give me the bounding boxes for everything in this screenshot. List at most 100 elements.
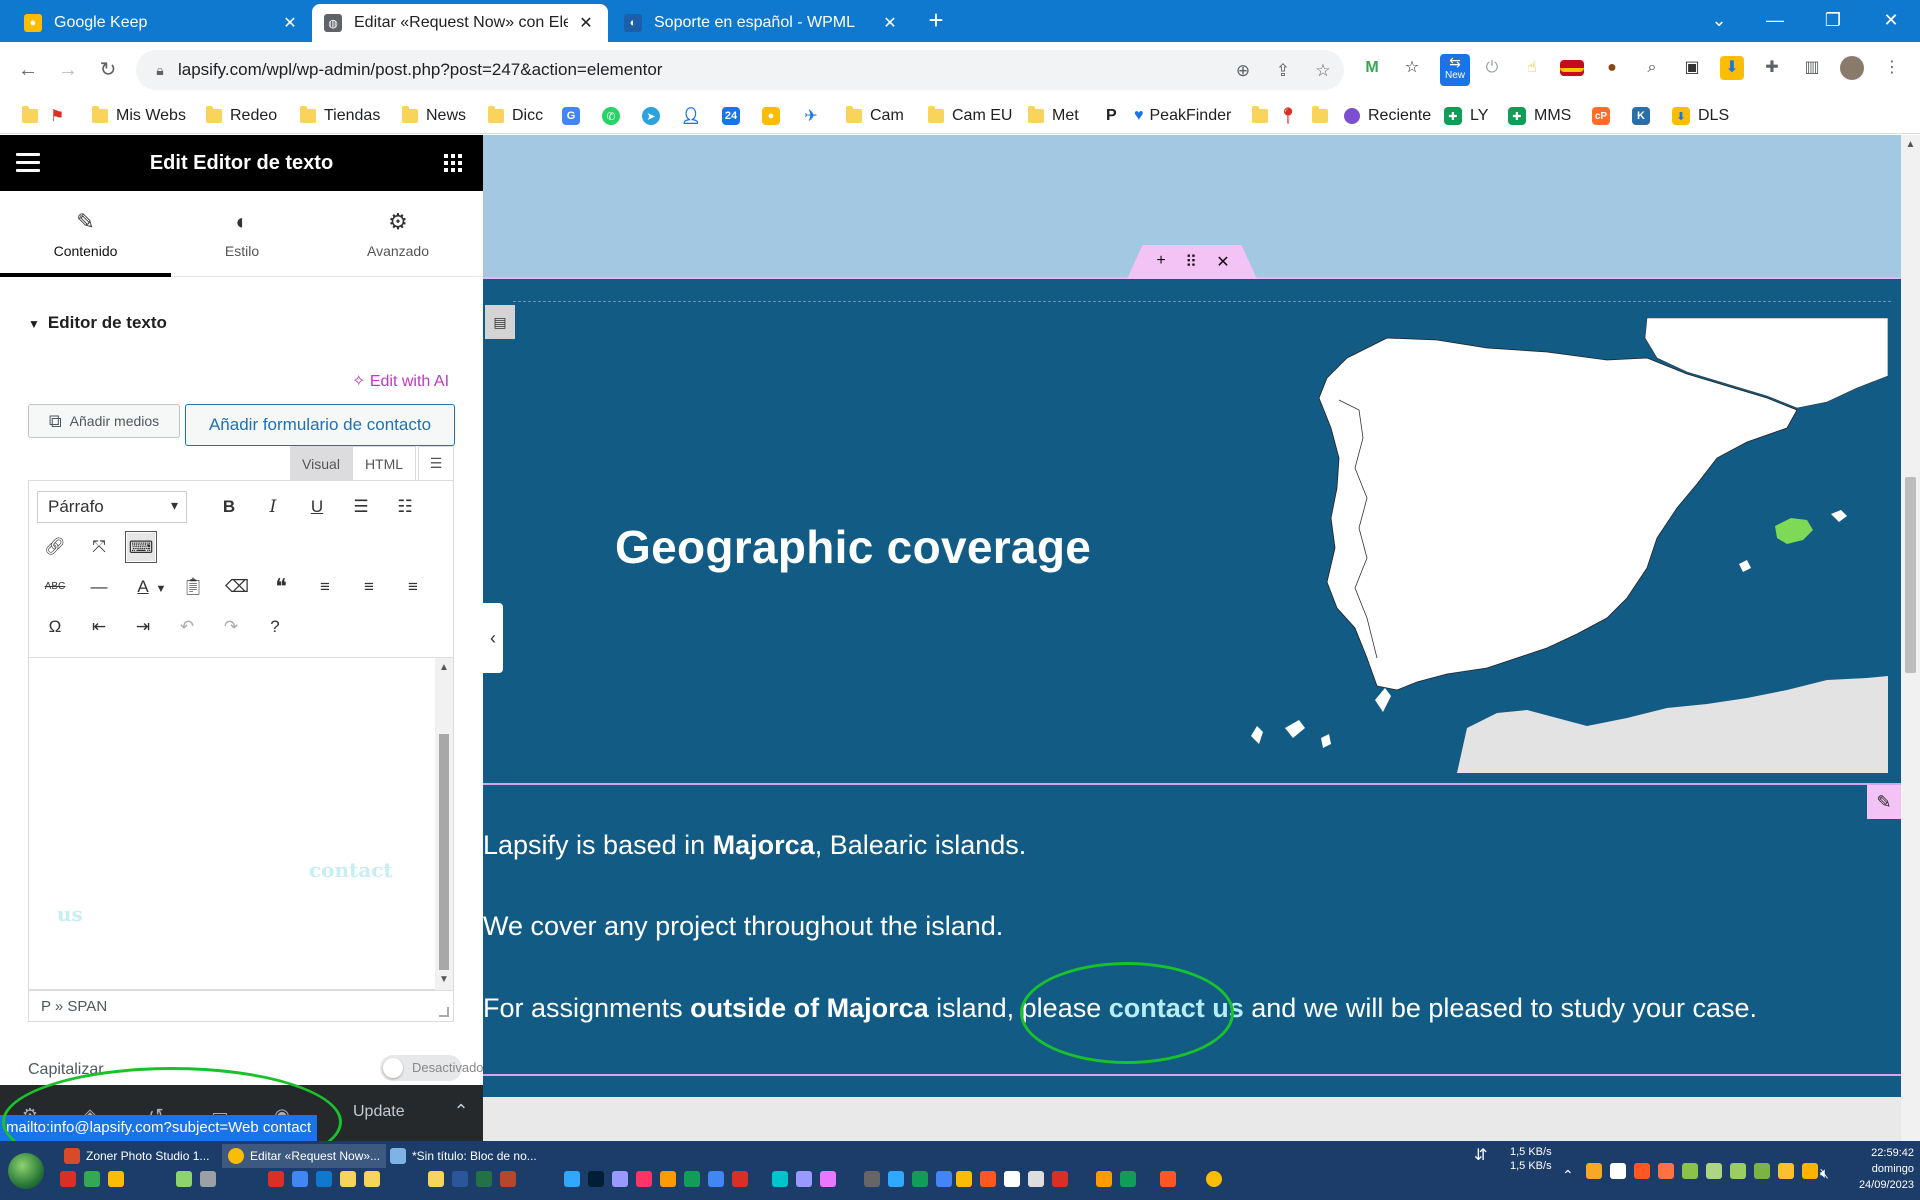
spain-flag-extension-icon[interactable] xyxy=(1560,60,1584,76)
image-extension-icon[interactable]: ▣ xyxy=(1680,56,1704,80)
quicklaunch-icon[interactable] xyxy=(316,1171,332,1187)
quicklaunch-icon[interactable] xyxy=(60,1171,76,1187)
fullscreen-icon[interactable]: ⤧ xyxy=(83,531,115,563)
editor-scrollbar[interactable]: ▲ ▼ xyxy=(435,658,453,990)
capitalize-toggle[interactable]: Desactivado xyxy=(380,1055,483,1081)
bookmark-news[interactable]: News xyxy=(402,104,466,128)
back-icon[interactable]: ← xyxy=(14,56,42,84)
close-icon[interactable]: ✕ xyxy=(576,13,596,33)
tab-avanzado[interactable]: ⚙ Avanzado xyxy=(333,191,463,277)
quicklaunch-icon[interactable] xyxy=(820,1171,836,1187)
bookmark-met[interactable]: Met xyxy=(1028,104,1079,128)
paste-text-icon[interactable]: 📋︎ xyxy=(177,571,209,603)
quicklaunch-icon[interactable] xyxy=(936,1171,952,1187)
tab-estilo[interactable]: ◐ Estilo xyxy=(171,191,313,277)
quicklaunch-icon[interactable] xyxy=(340,1171,356,1187)
quicklaunch-icon[interactable] xyxy=(1160,1171,1176,1187)
download-extension-icon[interactable]: ⬇ xyxy=(1720,56,1744,80)
strikethrough-button[interactable]: ABC xyxy=(39,571,71,603)
power-extension-icon[interactable]: ⏻ xyxy=(1480,56,1504,80)
horizontal-line-button[interactable]: — xyxy=(83,571,115,603)
numbered-list-button[interactable]: ☷ xyxy=(389,491,421,523)
bookmark-ly[interactable]: ✚ LY xyxy=(1444,104,1488,128)
spain-map[interactable] xyxy=(1227,318,1888,773)
add-contact-form-button[interactable]: Añadir formulario de contacto xyxy=(185,404,455,446)
close-icon[interactable]: ✕ xyxy=(280,13,300,33)
bookmark-folder[interactable] xyxy=(22,104,46,128)
edit-with-ai-link[interactable]: ✧ Edit with AI xyxy=(352,371,449,391)
tray-icon[interactable] xyxy=(1802,1163,1818,1179)
bookmark-cam[interactable]: Cam xyxy=(846,104,904,128)
tray-icon[interactable] xyxy=(1610,1163,1626,1179)
keyboard-toolbar-icon[interactable]: ⌨ xyxy=(125,531,157,563)
quicklaunch-icon[interactable] xyxy=(588,1171,604,1187)
bookmark-flag[interactable]: ⚑ xyxy=(50,104,64,128)
preview-scroll-thumb[interactable] xyxy=(1905,477,1916,673)
section-handle[interactable]: + ⠿ ✕ xyxy=(1127,245,1257,279)
update-button[interactable]: Update xyxy=(353,1103,405,1121)
scroll-down-icon[interactable]: ▼ xyxy=(435,974,453,985)
restore-button[interactable]: ❐ xyxy=(1809,0,1857,40)
tray-icon[interactable] xyxy=(1730,1163,1746,1179)
quicklaunch-icon[interactable] xyxy=(772,1171,788,1187)
help-icon[interactable]: ? xyxy=(259,611,291,643)
gmail-extension-icon[interactable]: M xyxy=(1360,56,1384,80)
quicklaunch-icon[interactable] xyxy=(796,1171,812,1187)
preview-scrollbar[interactable]: ▲ xyxy=(1901,135,1920,1141)
star-extension-icon[interactable]: ☆ xyxy=(1400,56,1424,80)
close-window-button[interactable]: ✕ xyxy=(1867,0,1915,40)
forward-icon[interactable]: → xyxy=(54,56,82,84)
drag-handle-icon[interactable]: ⠿ xyxy=(1179,252,1203,272)
bullet-list-button[interactable]: ☰ xyxy=(345,491,377,523)
bookmark-translate[interactable]: G xyxy=(562,104,588,128)
bookmark-star-icon[interactable]: ☆ xyxy=(1312,60,1334,82)
quicklaunch-icon[interactable] xyxy=(1096,1171,1112,1187)
side-panel-icon[interactable]: ▥ xyxy=(1800,56,1824,80)
bold-button[interactable]: B xyxy=(213,491,245,523)
text-color-dropdown-icon[interactable]: ▼ xyxy=(153,573,169,605)
quicklaunch-icon[interactable] xyxy=(452,1171,468,1187)
bookmark-peakfinder[interactable]: ♥ PeakFinder xyxy=(1134,104,1231,128)
profile-avatar[interactable] xyxy=(1840,56,1864,80)
tray-icon[interactable] xyxy=(1634,1163,1650,1179)
underline-button[interactable]: U xyxy=(301,491,333,523)
section-toggle-editor-de-texto[interactable]: ▼ Editor de texto xyxy=(28,313,167,333)
quicklaunch-icon[interactable] xyxy=(428,1171,444,1187)
taskbar-chrome[interactable]: Editar «Request Now»... xyxy=(222,1144,387,1168)
tab-elementor-editor[interactable]: ◍ Editar «Request Now» con Eleme ✕ xyxy=(312,4,608,42)
minimize-button[interactable]: — xyxy=(1751,0,1799,40)
editor-scroll-thumb[interactable] xyxy=(439,734,449,970)
quicklaunch-icon[interactable] xyxy=(292,1171,308,1187)
delete-section-icon[interactable]: ✕ xyxy=(1211,252,1235,272)
align-right-icon[interactable]: ≡ xyxy=(397,571,429,603)
bookmark-pin[interactable]: 📍︎ xyxy=(1278,104,1298,128)
zoom-icon[interactable]: ⊕ xyxy=(1232,60,1254,82)
new-tab-button[interactable]: + xyxy=(922,6,950,34)
paragraph-location[interactable]: Lapsify is based in Majorca, Balearic is… xyxy=(483,830,1026,861)
tab-wpml-support[interactable]: ◐ Soporte en español - WPML ✕ xyxy=(612,4,912,42)
paragraph-coverage[interactable]: We cover any project throughout the isla… xyxy=(483,911,1003,942)
tray-icon[interactable] xyxy=(1658,1163,1674,1179)
bookmark-plane[interactable]: ✈ xyxy=(802,104,828,128)
quicklaunch-icon[interactable] xyxy=(108,1171,124,1187)
clear-format-icon[interactable]: ⌫ xyxy=(221,571,253,603)
taskbar-clock[interactable]: 22:59:42 domingo 24/09/2023 xyxy=(1840,1145,1914,1193)
quicklaunch-icon[interactable] xyxy=(1028,1171,1044,1187)
widgets-grid-icon[interactable] xyxy=(444,154,462,172)
quicklaunch-icon[interactable] xyxy=(612,1171,628,1187)
bookmark-calendar[interactable]: 24 xyxy=(722,104,748,128)
align-left-icon[interactable]: ≡ xyxy=(309,571,341,603)
extensions-puzzle-icon[interactable]: ✚ xyxy=(1760,56,1784,80)
bookmark-contacts[interactable]: 👤︎ xyxy=(681,104,708,128)
resize-handle-icon[interactable] xyxy=(439,1007,449,1017)
start-button[interactable] xyxy=(8,1153,44,1189)
quicklaunch-icon[interactable] xyxy=(888,1171,904,1187)
quicklaunch-icon[interactable] xyxy=(1120,1171,1136,1187)
close-icon[interactable]: ✕ xyxy=(880,13,900,33)
tab-google-keep[interactable]: ● Google Keep ✕ xyxy=(12,4,312,42)
bookmark-reciente[interactable]: Reciente xyxy=(1344,104,1431,128)
bookmark-mis-webs[interactable]: Mis Webs xyxy=(92,104,186,128)
bookmark-folder-2[interactable] xyxy=(1252,104,1276,128)
italic-button[interactable]: I xyxy=(257,491,289,523)
undo-icon[interactable]: ↶ xyxy=(171,611,203,643)
